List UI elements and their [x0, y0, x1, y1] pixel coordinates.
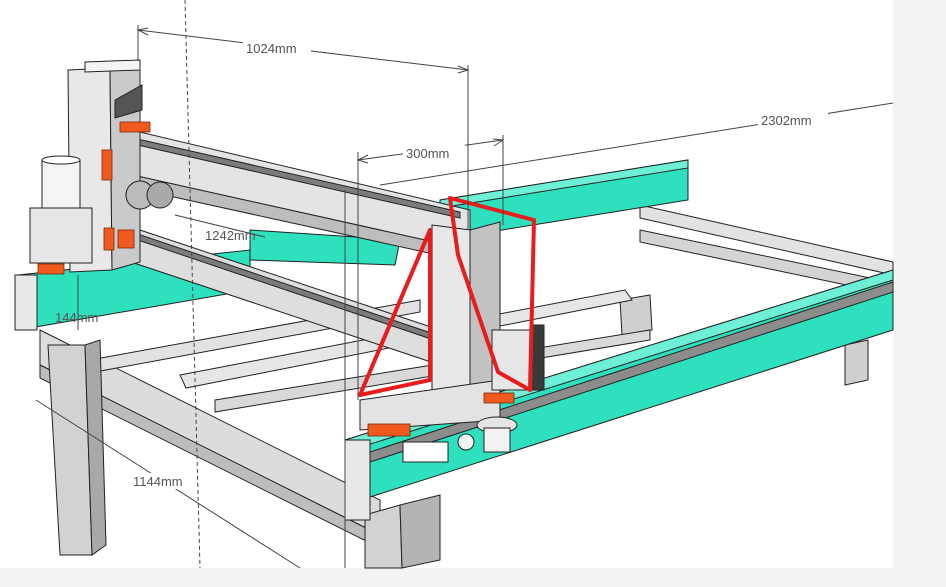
- arrow-300-right: [492, 138, 505, 147]
- bracket-column: [101, 149, 113, 181]
- front-rail-end-cap: [344, 439, 371, 521]
- dim-label-144: 144mm: [55, 310, 98, 325]
- bracket-front-rail: [367, 423, 411, 437]
- bracket-carriage: [483, 392, 515, 404]
- bracket-lower-beam: [117, 229, 135, 249]
- leg-back-right: [844, 339, 869, 386]
- right-gutter: [893, 0, 946, 587]
- dim-label-300: 300mm: [406, 146, 449, 161]
- spindle-mount: [29, 207, 93, 264]
- frame: [14, 59, 894, 569]
- limit-switch: [457, 433, 475, 451]
- leg-front-center: [364, 504, 403, 569]
- leg-front-center-side: [399, 494, 441, 569]
- bracket-upper: [119, 121, 151, 133]
- cnc-router-drawing: 1024mm 300mm 2302mm 1242mm 144mm 1144mm: [0, 0, 946, 587]
- dim-label-1242: 1242mm: [205, 228, 256, 243]
- rail-slot: [402, 441, 449, 463]
- dim-label-1024: 1024mm: [246, 41, 297, 56]
- adjust-knob-body: [483, 427, 511, 453]
- leg-front-left: [47, 344, 93, 556]
- bracket-spindle: [37, 263, 65, 275]
- spindle-motor: [41, 159, 81, 209]
- drawing-canvas: 1024mm 300mm 2302mm 1242mm 144mm 1144mm: [0, 0, 946, 587]
- bracket-column-low: [103, 227, 115, 251]
- dim-label-2302: 2302mm: [761, 113, 812, 128]
- dim-label-1144: 1144mm: [133, 474, 183, 489]
- stepper-motor-right: [146, 181, 174, 209]
- left-rail-end-cap: [14, 274, 38, 331]
- spindle-motor-top: [41, 155, 81, 165]
- z-axis-cap: [84, 59, 141, 73]
- bottom-gutter: [0, 568, 946, 587]
